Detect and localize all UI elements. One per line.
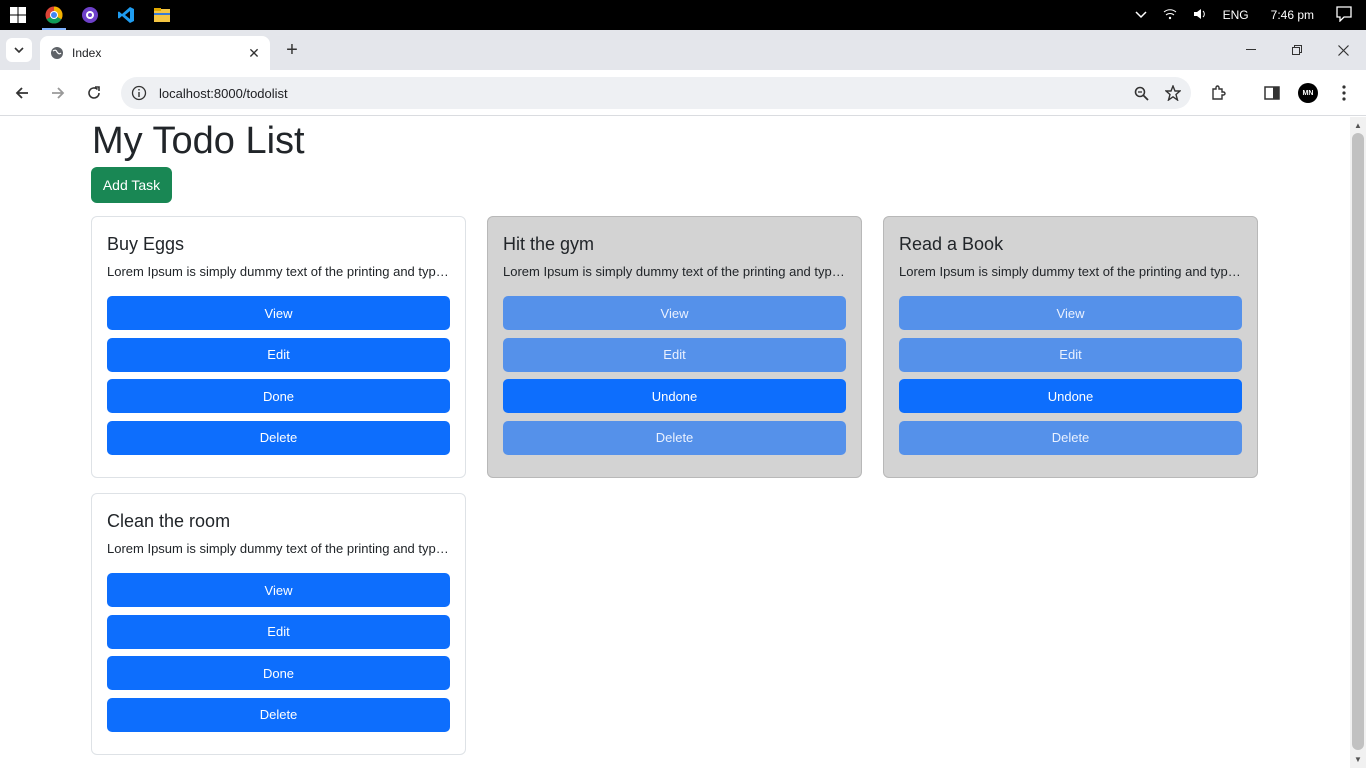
view-button[interactable]: View xyxy=(107,573,450,607)
scrollbar-thumb[interactable] xyxy=(1352,133,1364,750)
undone-button[interactable]: Undone xyxy=(899,379,1242,414)
scroll-down-arrow-icon[interactable]: ▼ xyxy=(1354,755,1362,764)
task-title: Buy Eggs xyxy=(107,234,185,254)
browser-toolbar: localhost:8000/todolist MN xyxy=(0,70,1366,116)
side-panel-icon[interactable] xyxy=(1258,79,1286,107)
view-button[interactable]: View xyxy=(107,296,450,330)
add-task-button[interactable]: Add Task xyxy=(91,167,172,203)
close-window-button[interactable] xyxy=(1320,30,1366,70)
arrow-right-icon xyxy=(52,87,65,99)
bookmark-star-icon[interactable] xyxy=(1159,79,1187,107)
task-grid: Buy Eggs Lorem Ipsum is simply dummy tex… xyxy=(91,216,1258,755)
site-info-icon[interactable] xyxy=(131,85,147,101)
done-button[interactable]: Done xyxy=(107,656,450,691)
edit-button[interactable]: Edit xyxy=(107,614,450,649)
edit-button[interactable]: Edit xyxy=(503,337,846,372)
browser-tab-strip: Index ✕ + xyxy=(0,30,1366,70)
windows-start-icon[interactable] xyxy=(0,0,36,30)
url-text[interactable]: localhost:8000/todolist xyxy=(159,86,1127,101)
delete-button[interactable]: Delete xyxy=(899,420,1242,455)
task-title: Read a Book xyxy=(899,234,1004,254)
notifications-icon[interactable] xyxy=(1336,5,1352,25)
vscode-icon[interactable] xyxy=(108,0,144,30)
globe-icon xyxy=(51,47,63,59)
task-title: Hit the gym xyxy=(503,234,595,254)
forward-button[interactable] xyxy=(44,79,72,107)
reload-icon xyxy=(88,86,100,99)
delete-button[interactable]: Delete xyxy=(503,420,846,455)
github-desktop-icon[interactable] xyxy=(72,0,108,30)
menu-kebab-icon[interactable] xyxy=(1330,79,1358,107)
view-button[interactable]: View xyxy=(503,296,846,330)
task-description: Lorem Ipsum is simply dummy text of the … xyxy=(107,541,450,556)
close-tab-icon[interactable]: ✕ xyxy=(244,43,264,63)
language-indicator[interactable]: ENG xyxy=(1223,8,1249,22)
restore-button[interactable] xyxy=(1274,30,1320,70)
zoom-icon[interactable] xyxy=(1127,79,1155,107)
done-button[interactable]: Done xyxy=(107,379,450,414)
chevron-up-icon[interactable] xyxy=(1135,8,1147,22)
chevron-down-icon xyxy=(14,47,24,53)
back-button[interactable] xyxy=(8,79,36,107)
minimize-button[interactable] xyxy=(1228,30,1274,70)
view-button[interactable]: View xyxy=(899,296,1242,330)
windows-taskbar: ENG 7:46 pm xyxy=(0,0,1366,30)
clock[interactable]: 7:46 pm xyxy=(1271,8,1314,22)
task-card: Clean the room Lorem Ipsum is simply dum… xyxy=(91,493,466,755)
delete-button[interactable]: Delete xyxy=(107,697,450,732)
tab-search-button[interactable] xyxy=(6,38,32,62)
undone-button[interactable]: Undone xyxy=(503,379,846,414)
speaker-icon[interactable] xyxy=(1193,8,1207,23)
arrow-left-icon xyxy=(15,87,28,99)
chrome-icon[interactable] xyxy=(36,0,72,30)
task-description: Lorem Ipsum is simply dummy text of the … xyxy=(503,264,846,279)
edit-button[interactable]: Edit xyxy=(899,337,1242,372)
system-tray: ENG 7:46 pm xyxy=(1127,0,1366,30)
page-content: My Todo List Add Task Buy Eggs Lorem Ips… xyxy=(0,117,1350,768)
task-description: Lorem Ipsum is simply dummy text of the … xyxy=(107,264,450,279)
wifi-icon[interactable] xyxy=(1163,8,1177,23)
profile-avatar[interactable]: MN xyxy=(1294,79,1322,107)
scroll-up-arrow-icon[interactable]: ▲ xyxy=(1354,121,1362,130)
task-description: Lorem Ipsum is simply dummy text of the … xyxy=(899,264,1242,279)
task-card: Buy Eggs Lorem Ipsum is simply dummy tex… xyxy=(91,216,466,478)
edit-button[interactable]: Edit xyxy=(107,337,450,372)
page-scrollbar[interactable]: ▲ ▼ xyxy=(1350,117,1366,768)
delete-button[interactable]: Delete xyxy=(107,420,450,455)
tab-index[interactable]: Index ✕ xyxy=(40,36,270,70)
task-card-completed: Read a Book Lorem Ipsum is simply dummy … xyxy=(883,216,1258,478)
task-title: Clean the room xyxy=(107,511,231,531)
address-bar[interactable]: localhost:8000/todolist xyxy=(121,77,1191,109)
avatar-initials: MN xyxy=(1298,83,1318,103)
reload-button[interactable] xyxy=(80,79,108,107)
task-card-completed: Hit the gym Lorem Ipsum is simply dummy … xyxy=(487,216,862,478)
new-tab-button[interactable]: + xyxy=(280,38,304,62)
page-title: My Todo List xyxy=(92,120,305,162)
extensions-icon[interactable] xyxy=(1204,79,1232,107)
tab-title: Index xyxy=(72,46,102,60)
file-explorer-icon[interactable] xyxy=(144,0,180,30)
